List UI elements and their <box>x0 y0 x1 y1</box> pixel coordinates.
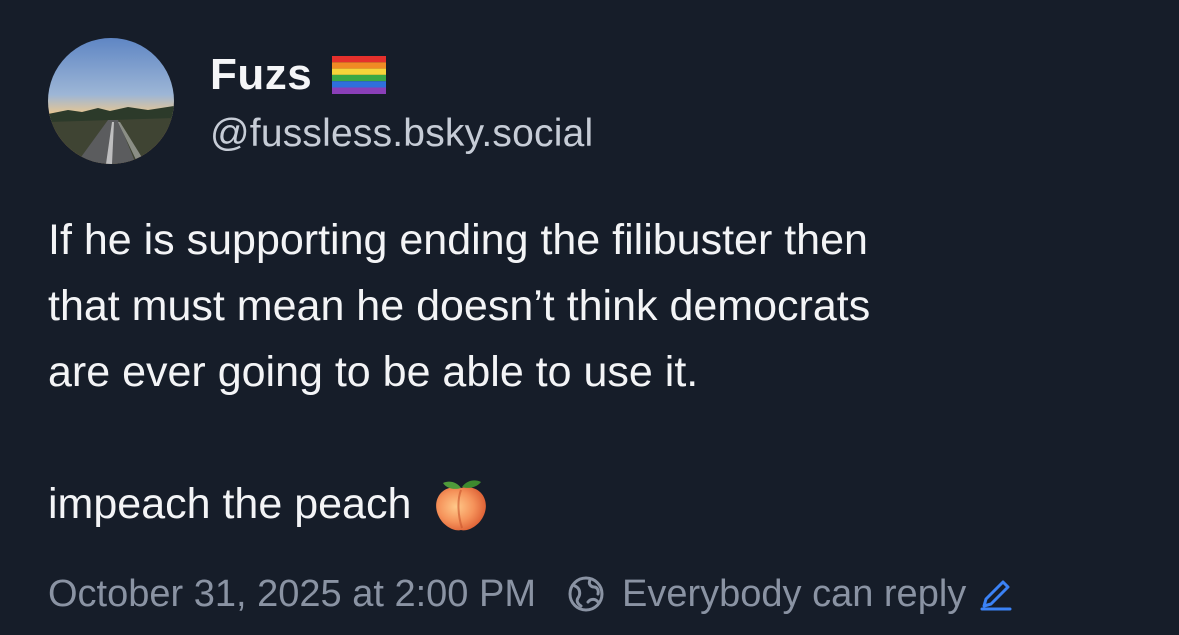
rainbow-flag-icon <box>332 56 387 94</box>
post-text: If he is supporting ending the filibuste… <box>48 207 1158 537</box>
peach-icon <box>431 474 491 534</box>
post-meta: October 31, 2025 at 2:00 PM Everybody ca… <box>48 570 1014 618</box>
reply-settings-label: Everybody can reply <box>621 572 967 615</box>
reply-settings-button[interactable]: Everybody can reply <box>566 573 1014 616</box>
post-line-text: impeach the peach <box>48 480 412 528</box>
post-paragraph: impeach the peach <box>48 471 1158 537</box>
avatar-image <box>48 38 174 164</box>
author-handle[interactable]: @fussless.bsky.social <box>210 112 593 156</box>
avatar[interactable] <box>48 38 174 164</box>
author-header: Fuzs <box>210 50 387 100</box>
pencil-icon[interactable] <box>978 576 1014 612</box>
post-timestamp[interactable]: October 31, 2025 at 2:00 PM <box>48 573 536 616</box>
globe-icon <box>566 574 606 614</box>
display-name[interactable]: Fuzs <box>210 50 312 100</box>
post-paragraph: If he is supporting ending the filibuste… <box>48 216 871 396</box>
